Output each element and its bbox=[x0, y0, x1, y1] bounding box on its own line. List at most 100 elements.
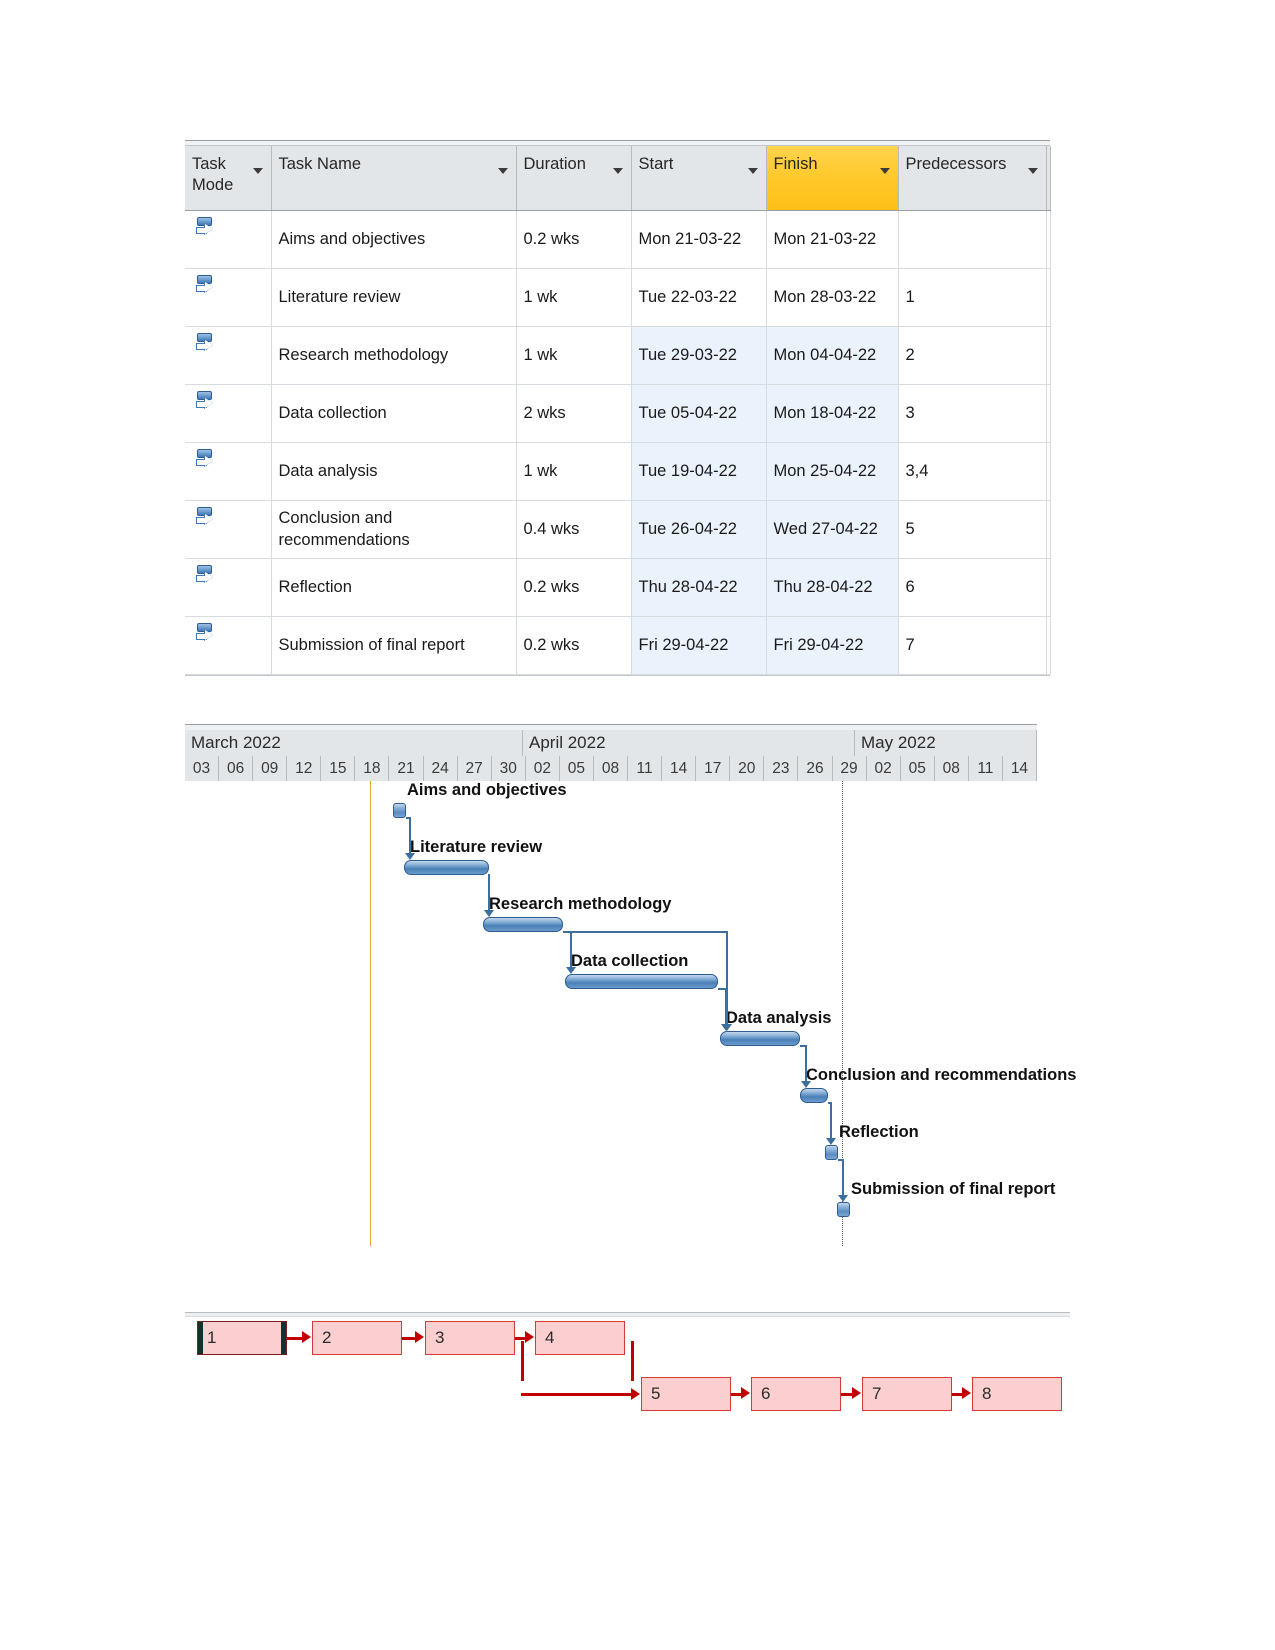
filter-dropdown-icon-predecessors[interactable] bbox=[1027, 168, 1038, 174]
cell-duration[interactable]: 0.2 wks bbox=[516, 558, 632, 617]
gantt-task-bar[interactable] bbox=[565, 974, 718, 989]
column-header-start[interactable]: Start bbox=[631, 146, 767, 211]
gantt-timescale-months[interactable]: March 2022 April 2022 May 2022 bbox=[185, 730, 1037, 757]
cell-finish[interactable]: Mon 21-03-22 bbox=[766, 210, 899, 269]
cell-task-mode[interactable] bbox=[185, 326, 272, 385]
cell-task-name[interactable]: Reflection bbox=[271, 558, 517, 617]
cell-start[interactable]: Tue 29-03-22 bbox=[631, 326, 767, 385]
cell-duration[interactable]: 2 wks bbox=[516, 384, 632, 443]
table-row[interactable]: Data collection 2 wks Tue 05-04-22 Mon 18-0… bbox=[185, 384, 1051, 443]
cell-finish[interactable]: Mon 04-04-22 bbox=[766, 326, 899, 385]
cell-task-mode[interactable] bbox=[185, 210, 272, 269]
network-node-4[interactable]: 4 bbox=[535, 1321, 625, 1355]
gantt-timescale-days[interactable]: 03 06 09 12 15 18 21 24 27 30 02 05 08 11 14 17 20 23 26 29… bbox=[185, 756, 1037, 782]
cell-task-mode[interactable] bbox=[185, 442, 272, 501]
cell-start[interactable]: Tue 22-03-22 bbox=[631, 268, 767, 327]
filter-dropdown-icon-start[interactable] bbox=[747, 168, 758, 174]
cell-predecessors[interactable]: 7 bbox=[898, 616, 1047, 675]
cell-task-name[interactable]: Data collection bbox=[271, 384, 517, 443]
auto-schedule-icon[interactable] bbox=[195, 333, 215, 355]
auto-schedule-icon[interactable] bbox=[195, 449, 215, 471]
cell-duration[interactable]: 0.2 wks bbox=[516, 210, 632, 269]
cell-task-mode[interactable] bbox=[185, 616, 272, 675]
cell-task-name[interactable]: Data analysis bbox=[271, 442, 517, 501]
cell-next-partial[interactable] bbox=[1046, 384, 1051, 443]
network-node-7[interactable]: 7 bbox=[862, 1377, 952, 1411]
network-node-6[interactable]: 6 bbox=[751, 1377, 841, 1411]
cell-start[interactable]: Fri 29-04-22 bbox=[631, 616, 767, 675]
filter-dropdown-icon-duration[interactable] bbox=[612, 168, 623, 174]
column-header-duration[interactable]: Duration bbox=[516, 146, 632, 211]
cell-predecessors[interactable]: 5 bbox=[898, 500, 1047, 559]
column-header-next-partial[interactable] bbox=[1046, 146, 1051, 211]
network-node-1[interactable]: 1 bbox=[197, 1321, 287, 1355]
cell-task-name[interactable]: Literature review bbox=[271, 268, 517, 327]
auto-schedule-icon[interactable] bbox=[195, 391, 215, 413]
cell-duration[interactable]: 1 wk bbox=[516, 326, 632, 385]
cell-start[interactable]: Tue 05-04-22 bbox=[631, 384, 767, 443]
cell-next-partial[interactable] bbox=[1046, 558, 1051, 617]
cell-start[interactable]: Thu 28-04-22 bbox=[631, 558, 767, 617]
cell-duration[interactable]: 0.4 wks bbox=[516, 500, 632, 559]
network-node-5[interactable]: 5 bbox=[641, 1377, 731, 1411]
cell-task-name[interactable]: Research methodology bbox=[271, 326, 517, 385]
auto-schedule-icon[interactable] bbox=[195, 275, 215, 297]
cell-task-mode[interactable] bbox=[185, 500, 272, 559]
network-node-3[interactable]: 3 bbox=[425, 1321, 515, 1355]
auto-schedule-icon[interactable] bbox=[195, 217, 215, 239]
table-row[interactable]: Conclusion and recommendations 0.4 wks Tue… bbox=[185, 500, 1051, 559]
gantt-task-bar[interactable] bbox=[720, 1031, 800, 1046]
cell-task-name[interactable]: Submission of final report bbox=[271, 616, 517, 675]
cell-predecessors[interactable]: 2 bbox=[898, 326, 1047, 385]
cell-next-partial[interactable] bbox=[1046, 268, 1051, 327]
cell-task-name[interactable]: Aims and objectives bbox=[271, 210, 517, 269]
auto-schedule-icon[interactable] bbox=[195, 507, 215, 529]
cell-finish[interactable]: Fri 29-04-22 bbox=[766, 616, 899, 675]
filter-dropdown-icon-task-name[interactable] bbox=[497, 168, 508, 174]
column-header-predecessors[interactable]: Predecessors bbox=[898, 146, 1047, 211]
cell-next-partial[interactable] bbox=[1046, 442, 1051, 501]
column-header-finish[interactable]: Finish bbox=[766, 146, 899, 211]
cell-duration[interactable]: 1 wk bbox=[516, 268, 632, 327]
table-row[interactable]: Aims and objectives 0.2 wks Mon 21-03-22 Mo… bbox=[185, 210, 1051, 269]
gantt-milestone-bar[interactable] bbox=[837, 1202, 850, 1217]
column-header-task-name[interactable]: Task Name bbox=[271, 146, 517, 211]
column-header-task-mode[interactable]: Task Mode bbox=[185, 146, 272, 211]
gantt-plot-area[interactable]: Aims and objectives Literature review Rese… bbox=[185, 781, 1076, 1254]
cell-predecessors[interactable]: 3,4 bbox=[898, 442, 1047, 501]
cell-next-partial[interactable] bbox=[1046, 326, 1051, 385]
cell-next-partial[interactable] bbox=[1046, 210, 1051, 269]
filter-dropdown-icon-finish[interactable] bbox=[879, 168, 890, 174]
table-row[interactable]: Literature review 1 wk Tue 22-03-22 Mon 28-… bbox=[185, 268, 1051, 327]
gantt-task-bar[interactable] bbox=[483, 917, 563, 932]
cell-predecessors[interactable]: 3 bbox=[898, 384, 1047, 443]
cell-finish[interactable]: Thu 28-04-22 bbox=[766, 558, 899, 617]
gantt-milestone-bar[interactable] bbox=[393, 803, 406, 818]
cell-predecessors[interactable]: 6 bbox=[898, 558, 1047, 617]
cell-start[interactable]: Mon 21-03-22 bbox=[631, 210, 767, 269]
auto-schedule-icon[interactable] bbox=[195, 565, 215, 587]
cell-finish[interactable]: Mon 18-04-22 bbox=[766, 384, 899, 443]
cell-next-partial[interactable] bbox=[1046, 616, 1051, 675]
cell-start[interactable]: Tue 26-04-22 bbox=[631, 500, 767, 559]
cell-finish[interactable]: Mon 28-03-22 bbox=[766, 268, 899, 327]
cell-next-partial[interactable] bbox=[1046, 500, 1051, 559]
table-row[interactable]: Data analysis 1 wk Tue 19-04-22 Mon 25-04-2… bbox=[185, 442, 1051, 501]
cell-predecessors[interactable] bbox=[898, 210, 1047, 269]
cell-duration[interactable]: 1 wk bbox=[516, 442, 632, 501]
cell-finish[interactable]: Mon 25-04-22 bbox=[766, 442, 899, 501]
cell-task-mode[interactable] bbox=[185, 384, 272, 443]
network-node-2[interactable]: 2 bbox=[312, 1321, 402, 1355]
gantt-task-bar[interactable] bbox=[800, 1088, 828, 1103]
cell-start[interactable]: Tue 19-04-22 bbox=[631, 442, 767, 501]
cell-predecessors[interactable]: 1 bbox=[898, 268, 1047, 327]
cell-finish[interactable]: Wed 27-04-22 bbox=[766, 500, 899, 559]
table-row[interactable]: Reflection 0.2 wks Thu 28-04-22 Thu 28-04-2… bbox=[185, 558, 1051, 617]
auto-schedule-icon[interactable] bbox=[195, 623, 215, 645]
table-row[interactable]: Research methodology 1 wk Tue 29-03-22 Mon … bbox=[185, 326, 1051, 385]
cell-task-mode[interactable] bbox=[185, 268, 272, 327]
cell-task-name[interactable]: Conclusion and recommendations bbox=[271, 500, 517, 559]
network-node-8[interactable]: 8 bbox=[972, 1377, 1062, 1411]
table-row[interactable]: Submission of final report 0.2 wks Fri 29-… bbox=[185, 616, 1051, 675]
gantt-milestone-bar[interactable] bbox=[825, 1145, 838, 1160]
